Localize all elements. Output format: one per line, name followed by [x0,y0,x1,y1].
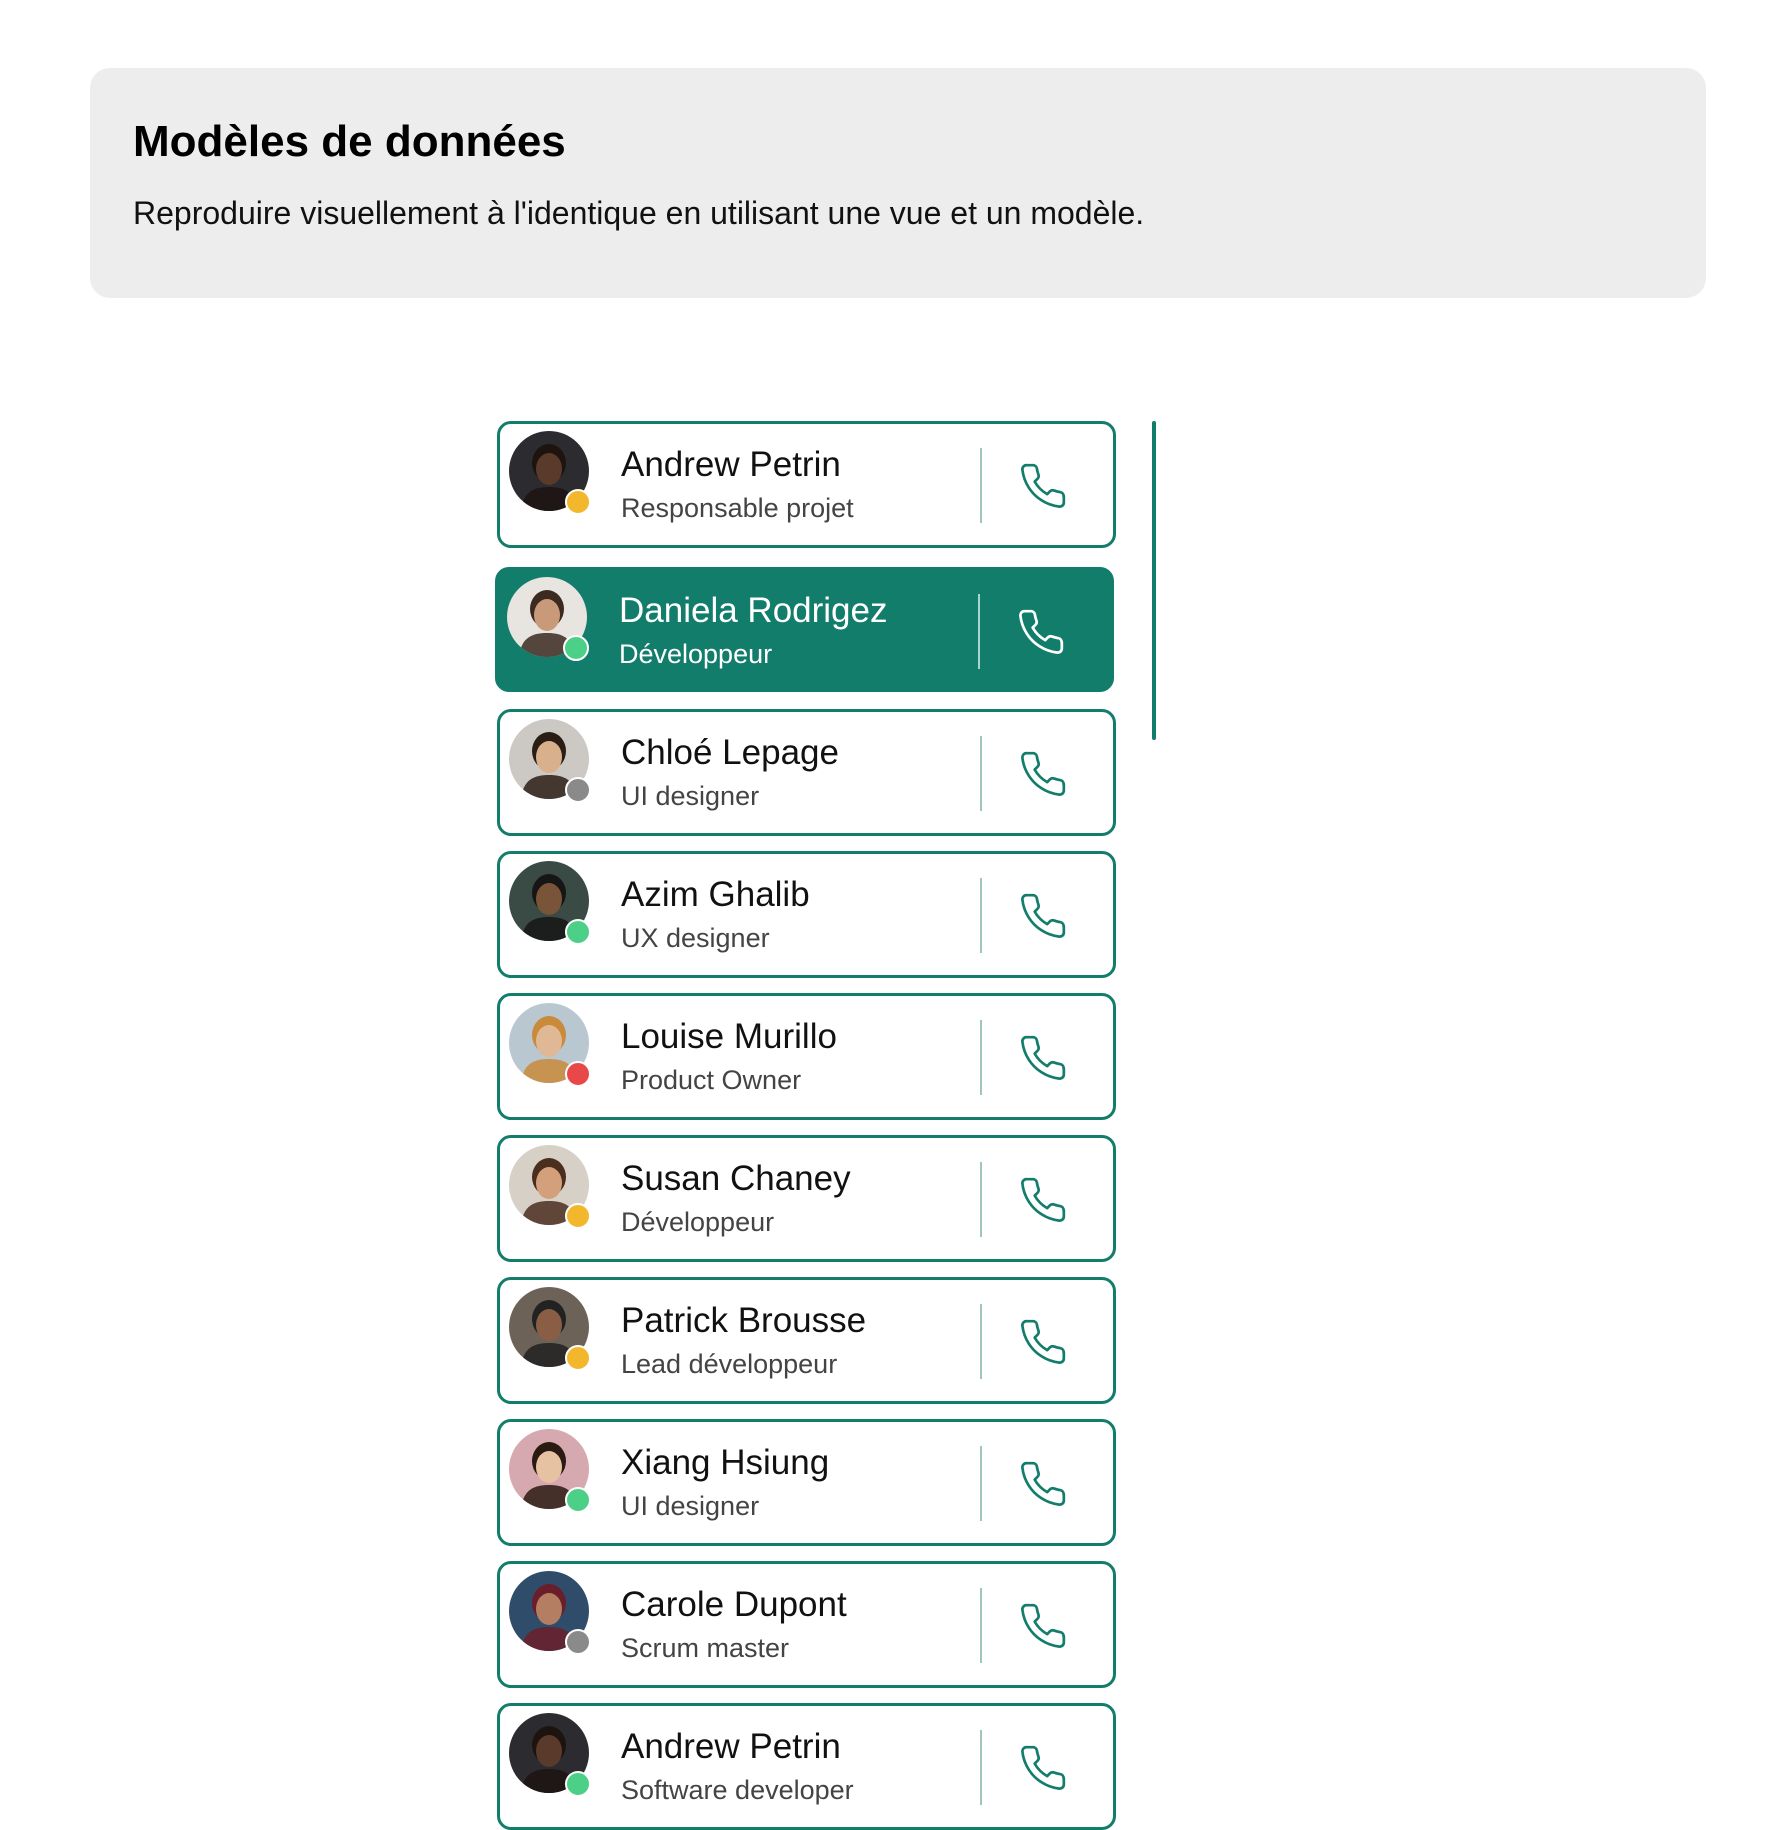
scrollbar[interactable] [1152,421,1156,740]
avatar-wrapper [509,1003,591,1087]
status-indicator [565,1061,591,1087]
phone-icon [1021,1603,1066,1648]
phone-icon [1021,1461,1066,1506]
divider [980,1588,982,1663]
phone-icon [1021,893,1066,938]
call-button[interactable] [1015,1314,1071,1370]
contact-role: Scrum master [621,1633,790,1663]
call-button[interactable] [1015,1172,1071,1228]
call-button[interactable] [1015,1740,1071,1796]
avatar-wrapper [509,1429,591,1513]
avatar-wrapper [507,577,589,661]
contact-name: Daniela Rodrigez [619,591,888,630]
status-indicator [565,1487,591,1513]
contact-role: UI designer [621,1491,760,1521]
phone-icon [1021,463,1066,508]
contact-row[interactable]: Louise Murillo Product Owner [497,993,1116,1120]
phone-icon [1021,1035,1066,1080]
phone-icon [1021,1319,1066,1364]
avatar-wrapper [509,1145,591,1229]
contact-role: Responsable projet [621,493,854,523]
call-button[interactable] [1015,1598,1071,1654]
contact-row[interactable]: Carole Dupont Scrum master [497,1561,1116,1688]
contact-name: Louise Murillo [621,1017,837,1056]
contact-role: UI designer [621,781,760,811]
divider [980,1162,982,1237]
status-indicator [565,489,591,515]
contact-name: Chloé Lepage [621,733,839,772]
contact-role: Développeur [621,1207,775,1237]
status-indicator [563,635,589,661]
status-indicator [565,1345,591,1371]
avatar-wrapper [509,1571,591,1655]
call-button[interactable] [1015,746,1071,802]
status-indicator [565,1629,591,1655]
avatar-wrapper [509,1713,591,1797]
phone-icon [1021,1177,1066,1222]
contact-row[interactable]: Chloé Lepage UI designer [497,709,1116,836]
call-button[interactable] [1013,604,1069,660]
divider [980,1020,982,1095]
contact-role: Lead développeur [621,1349,838,1379]
divider [980,1304,982,1379]
status-indicator [565,777,591,803]
contact-name: Susan Chaney [621,1159,851,1198]
call-button[interactable] [1015,888,1071,944]
call-button[interactable] [1015,1456,1071,1512]
divider [980,878,982,953]
call-button[interactable] [1015,458,1071,514]
divider [978,594,980,669]
divider [980,448,982,523]
contact-list: Andrew Petrin Responsable projet Daniela… [0,0,1780,1830]
avatar-wrapper [509,1287,591,1371]
contact-name: Andrew Petrin [621,445,841,484]
contact-role: UX designer [621,923,770,953]
contact-role: Développeur [619,639,773,669]
contact-name: Xiang Hsiung [621,1443,830,1482]
call-button[interactable] [1015,1030,1071,1086]
contact-row[interactable]: Daniela Rodrigez Développeur [495,567,1114,692]
divider [980,1730,982,1805]
contact-row[interactable]: Azim Ghalib UX designer [497,851,1116,978]
phone-icon [1021,751,1066,796]
divider [980,1446,982,1521]
contact-row[interactable]: Xiang Hsiung UI designer [497,1419,1116,1546]
contact-role: Product Owner [621,1065,802,1095]
avatar-wrapper [509,431,591,515]
status-indicator [565,1771,591,1797]
contact-row[interactable]: Andrew Petrin Software developer [497,1703,1116,1830]
contact-name: Carole Dupont [621,1585,847,1624]
contact-name: Patrick Brousse [621,1301,867,1340]
avatar-wrapper [509,861,591,945]
contact-name: Andrew Petrin [621,1727,841,1766]
phone-icon [1019,609,1064,654]
contact-row[interactable]: Andrew Petrin Responsable projet [497,421,1116,548]
divider [980,736,982,811]
status-indicator [565,1203,591,1229]
contact-row[interactable]: Patrick Brousse Lead développeur [497,1277,1116,1404]
contact-name: Azim Ghalib [621,875,810,914]
contact-role: Software developer [621,1775,854,1805]
avatar-wrapper [509,719,591,803]
status-indicator [565,919,591,945]
contact-row[interactable]: Susan Chaney Développeur [497,1135,1116,1262]
